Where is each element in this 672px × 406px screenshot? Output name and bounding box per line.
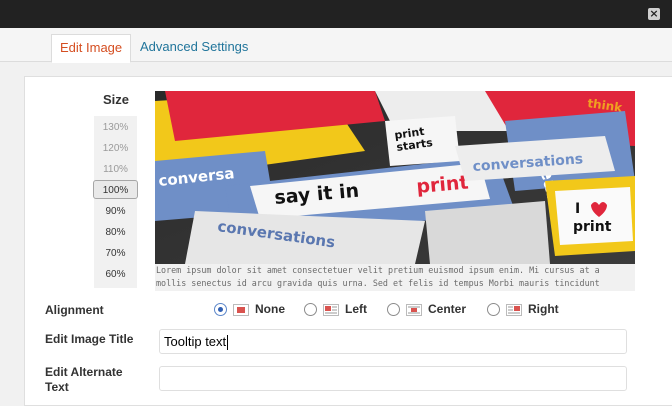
image-title-input[interactable]: Tooltip text xyxy=(159,329,627,354)
align-option-left[interactable]: Left xyxy=(304,301,367,317)
dialog-titlebar: × xyxy=(0,0,672,28)
size-option[interactable]: 60% xyxy=(94,265,137,284)
size-option[interactable]: 110% xyxy=(94,160,137,179)
align-left-icon xyxy=(323,303,339,316)
edit-alt-text-label-line-1: Edit Alternate xyxy=(45,365,123,379)
text-heart-print: print xyxy=(573,219,612,235)
radio-center[interactable] xyxy=(387,302,400,316)
radio-left[interactable] xyxy=(304,302,317,316)
card-grey-bottom xyxy=(425,201,550,264)
align-right-label: Right xyxy=(528,302,559,316)
tab-edit-image[interactable]: Edit Image xyxy=(51,34,132,63)
edit-image-title-label: Edit Image Title xyxy=(45,332,134,346)
text-print-red: print xyxy=(416,172,470,198)
edit-alt-text-label: Edit Alternate Text xyxy=(45,365,123,395)
align-left-label: Left xyxy=(345,302,367,316)
tab-bar: Edit Image Advanced Settings xyxy=(0,28,672,63)
size-option[interactable]: 120% xyxy=(94,139,137,158)
size-label: Size xyxy=(103,92,130,107)
align-center-icon xyxy=(406,303,422,316)
align-option-none[interactable]: None xyxy=(214,301,285,317)
image-photo: think ideas conversa say it in print pri… xyxy=(155,91,635,264)
size-option[interactable]: 80% xyxy=(94,223,137,242)
caption-line-1: Lorem ipsum dolor sit amet consectetuer … xyxy=(156,265,600,275)
caption-line-2: mollis senectus id arcu gravida quis urn… xyxy=(156,278,600,288)
align-right-icon xyxy=(506,303,522,316)
text-heart-i: I xyxy=(575,201,580,217)
image-caption: Lorem ipsum dolor sit amet consectetuer … xyxy=(155,264,635,291)
radio-right[interactable] xyxy=(487,302,500,316)
edit-alt-text-label-line-2: Text xyxy=(45,380,69,394)
close-icon[interactable]: × xyxy=(648,8,660,20)
align-option-center[interactable]: Center xyxy=(387,301,466,317)
size-option[interactable]: 90% xyxy=(94,202,137,221)
alt-text-input[interactable] xyxy=(159,366,627,391)
image-title-value: Tooltip text xyxy=(164,334,227,349)
size-option-selected[interactable]: 100% xyxy=(93,180,138,199)
bubble-heart-print xyxy=(555,187,633,245)
align-option-right[interactable]: Right xyxy=(487,301,559,317)
tab-advanced-settings[interactable]: Advanced Settings xyxy=(132,34,256,63)
size-option[interactable]: 70% xyxy=(94,244,137,263)
alignment-label: Alignment xyxy=(45,303,104,317)
align-center-label: Center xyxy=(428,302,467,316)
image-preview: think ideas conversa say it in print pri… xyxy=(155,91,635,264)
size-list: 130% 120% 110% 100% 90% 80% 70% 60% xyxy=(93,116,138,288)
align-none-label: None xyxy=(255,302,285,316)
align-none-icon xyxy=(233,303,249,316)
text-cursor xyxy=(227,335,229,351)
radio-none[interactable] xyxy=(214,302,227,316)
size-option[interactable]: 130% xyxy=(94,118,137,137)
